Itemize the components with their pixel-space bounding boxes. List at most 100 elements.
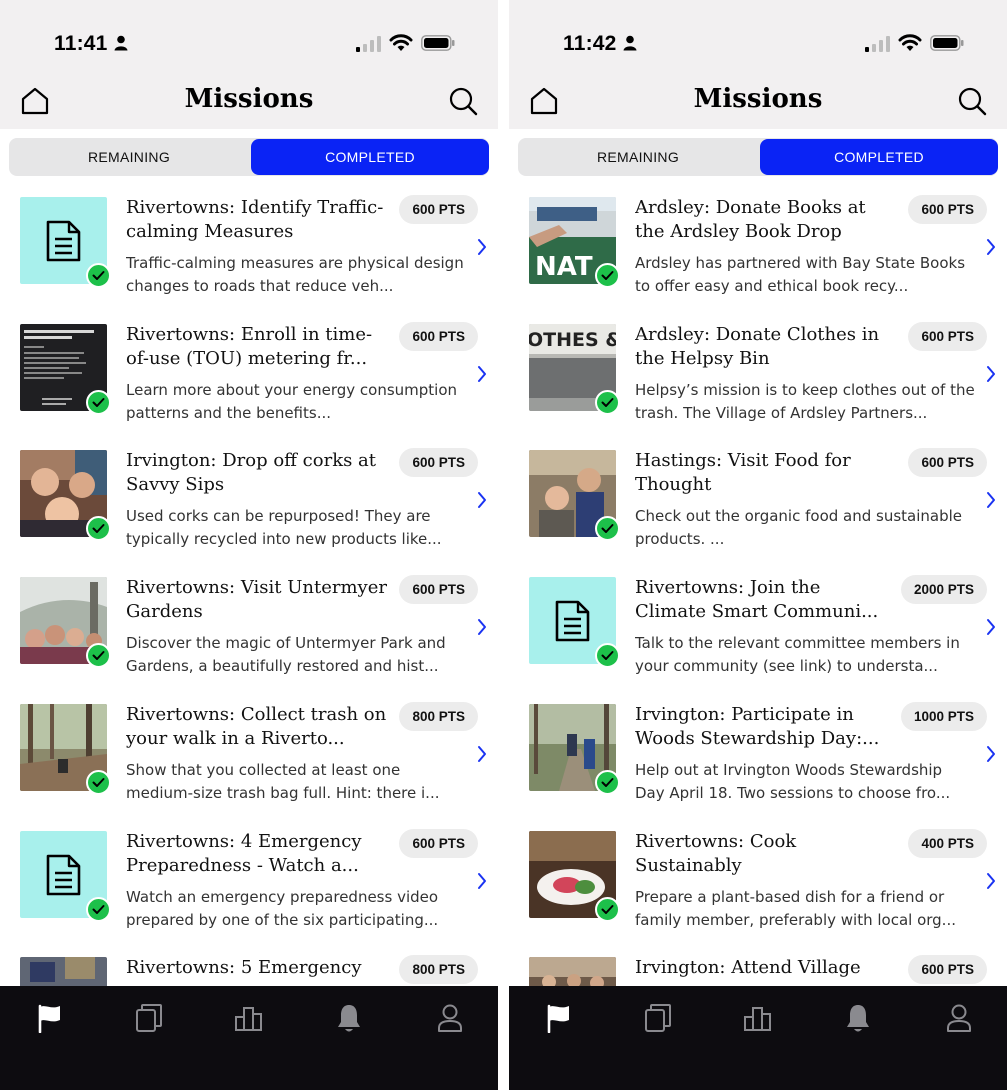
bottom-nav (509, 986, 1007, 1090)
mission-card[interactable]: Rivertowns: Cook Sustainably 400 PTS Prepa… (509, 812, 1007, 939)
chevron-right-icon[interactable] (985, 872, 997, 890)
search-icon[interactable] (957, 86, 987, 116)
tab-completed[interactable]: COMPLETED (760, 139, 998, 175)
completed-check-icon (595, 263, 620, 288)
document-icon (555, 600, 590, 642)
mission-title: Irvington: Drop off corks at Savvy Sips (126, 450, 377, 496)
mission-description: Discover the magic of Untermyer Park and… (126, 634, 446, 676)
mission-description: Prepare a plant-based dish for a friend … (635, 887, 956, 929)
mission-thumbnail (20, 957, 107, 986)
cards-icon[interactable] (135, 1003, 163, 1033)
chevron-right-icon[interactable] (476, 872, 488, 890)
svg-text:OTHES & S: OTHES & S (529, 329, 616, 351)
mission-description: Help out at Irvington Woods Stewardship … (635, 760, 951, 802)
person-icon (114, 35, 128, 51)
mission-card[interactable]: Rivertowns: 5 Emergency 800 PTS (0, 938, 498, 986)
mission-card[interactable]: Rivertowns: Collect trash on your walk i… (0, 685, 498, 812)
wifi-icon (389, 34, 413, 51)
points-badge: 600 PTS (908, 448, 987, 478)
bell-icon[interactable] (335, 1003, 363, 1033)
phone-screen-left: 11:41 Missions REMAINING COMPLETED River… (0, 0, 498, 1090)
completed-check-icon (86, 769, 111, 795)
completed-check-icon (595, 769, 620, 795)
completed-check-icon (595, 516, 620, 542)
battery-icon (421, 35, 455, 51)
mission-description: Used corks can be repurposed! They are t… (126, 507, 442, 549)
mission-card[interactable]: Rivertowns: Identify Traffic-calming Mea… (0, 178, 498, 305)
document-icon (46, 220, 81, 262)
points-badge: 600 PTS (399, 195, 478, 224)
mission-title: Hastings: Visit Food for Thought (635, 450, 851, 496)
mission-card[interactable]: Irvington: Drop off corks at Savvy Sips 6… (0, 431, 498, 558)
svg-text:NAT: NAT (535, 252, 593, 282)
points-badge: 800 PTS (399, 955, 478, 985)
mission-card[interactable]: Rivertowns: Visit Untermyer Gardens 600 P… (0, 558, 498, 685)
points-badge: 600 PTS (908, 195, 987, 224)
completed-check-icon (595, 643, 620, 669)
chevron-right-icon[interactable] (985, 491, 997, 509)
points-badge: 600 PTS (399, 321, 478, 351)
tab-remaining[interactable]: REMAINING (9, 138, 249, 176)
mission-thumbnail (529, 957, 616, 986)
profile-icon[interactable] (945, 1003, 973, 1033)
mission-title: Rivertowns: Identify Traffic-calming Mea… (126, 197, 384, 242)
completed-check-icon (86, 516, 111, 542)
flag-icon[interactable] (545, 1003, 573, 1033)
page-title: Missions (693, 84, 823, 114)
leaderboard-icon[interactable] (744, 1003, 772, 1033)
mission-description: Show that you collected at least one med… (126, 760, 440, 802)
tab-completed[interactable]: COMPLETED (251, 139, 489, 175)
segmented-tabs: REMAINING COMPLETED (9, 138, 489, 176)
mission-title: Rivertowns: Cook Sustainably (635, 830, 797, 876)
chevron-right-icon[interactable] (476, 365, 488, 383)
mission-card[interactable]: Rivertowns: Enroll in time-of-use (TOU) … (0, 305, 498, 432)
points-badge: 600 PTS (908, 321, 987, 351)
mission-description: Traffic-calming measures are physical de… (126, 254, 464, 295)
mission-title: Rivertowns: Join the Climate Smart Commu… (635, 577, 879, 623)
completed-check-icon (86, 263, 111, 288)
profile-icon[interactable] (436, 1003, 464, 1033)
status-time: 11:41 (54, 32, 108, 55)
flag-icon[interactable] (36, 1003, 64, 1033)
document-icon (46, 854, 81, 895)
mission-title: Rivertowns: 5 Emergency (126, 957, 362, 979)
mission-card[interactable]: Irvington: Participate in Woods Stewards… (509, 685, 1007, 812)
chevron-right-icon[interactable] (985, 618, 997, 636)
mission-list: Rivertowns: Identify Traffic-calming Mea… (0, 178, 498, 986)
segmented-tabs: REMAINING COMPLETED (518, 138, 998, 176)
mission-card[interactable]: Rivertowns: 4 Emergency Preparedness - W… (0, 812, 498, 939)
mission-title: Irvington: Attend Village (635, 957, 861, 979)
chevron-right-icon[interactable] (476, 491, 488, 509)
tab-remaining[interactable]: REMAINING (518, 138, 758, 176)
page-title: Missions (184, 84, 314, 114)
chevron-right-icon[interactable] (985, 365, 997, 383)
mission-description: Learn more about your energy consumption… (126, 380, 458, 422)
completed-check-icon (86, 896, 111, 922)
status-time: 11:42 (563, 32, 617, 55)
signal-icon (865, 36, 890, 52)
completed-check-icon (595, 896, 620, 922)
mission-card[interactable]: Rivertowns: Join the Climate Smart Commu… (509, 558, 1007, 685)
mission-card[interactable]: OTHES & S Ardsley: Donate Clothes in the … (509, 305, 1007, 432)
points-badge: 400 PTS (908, 828, 987, 858)
mission-list: NAT Ardsley: Donate Books at the Ardsley … (509, 178, 1007, 986)
signal-icon (356, 36, 381, 52)
mission-card[interactable]: Irvington: Attend Village 600 PTS (509, 938, 1007, 986)
points-badge: 600 PTS (399, 575, 478, 605)
completed-check-icon (86, 643, 111, 669)
chevron-right-icon[interactable] (985, 745, 997, 763)
cards-icon[interactable] (644, 1003, 672, 1033)
chevron-right-icon[interactable] (476, 745, 488, 763)
chevron-right-icon[interactable] (476, 238, 488, 256)
mission-description: Watch an emergency preparedness video pr… (126, 887, 439, 929)
mission-card[interactable]: NAT Ardsley: Donate Books at the Ardsley … (509, 178, 1007, 305)
mission-description: Helpsy’s mission is to keep clothes out … (635, 380, 975, 422)
mission-card[interactable]: Hastings: Visit Food for Thought 600 PTS C… (509, 431, 1007, 558)
chevron-right-icon[interactable] (985, 238, 997, 256)
leaderboard-icon[interactable] (235, 1003, 263, 1033)
mission-title: Rivertowns: Collect trash on your walk i… (126, 703, 387, 749)
app-header: 11:41 Missions (0, 0, 498, 129)
bell-icon[interactable] (844, 1003, 872, 1033)
chevron-right-icon[interactable] (476, 618, 488, 636)
search-icon[interactable] (448, 86, 478, 116)
